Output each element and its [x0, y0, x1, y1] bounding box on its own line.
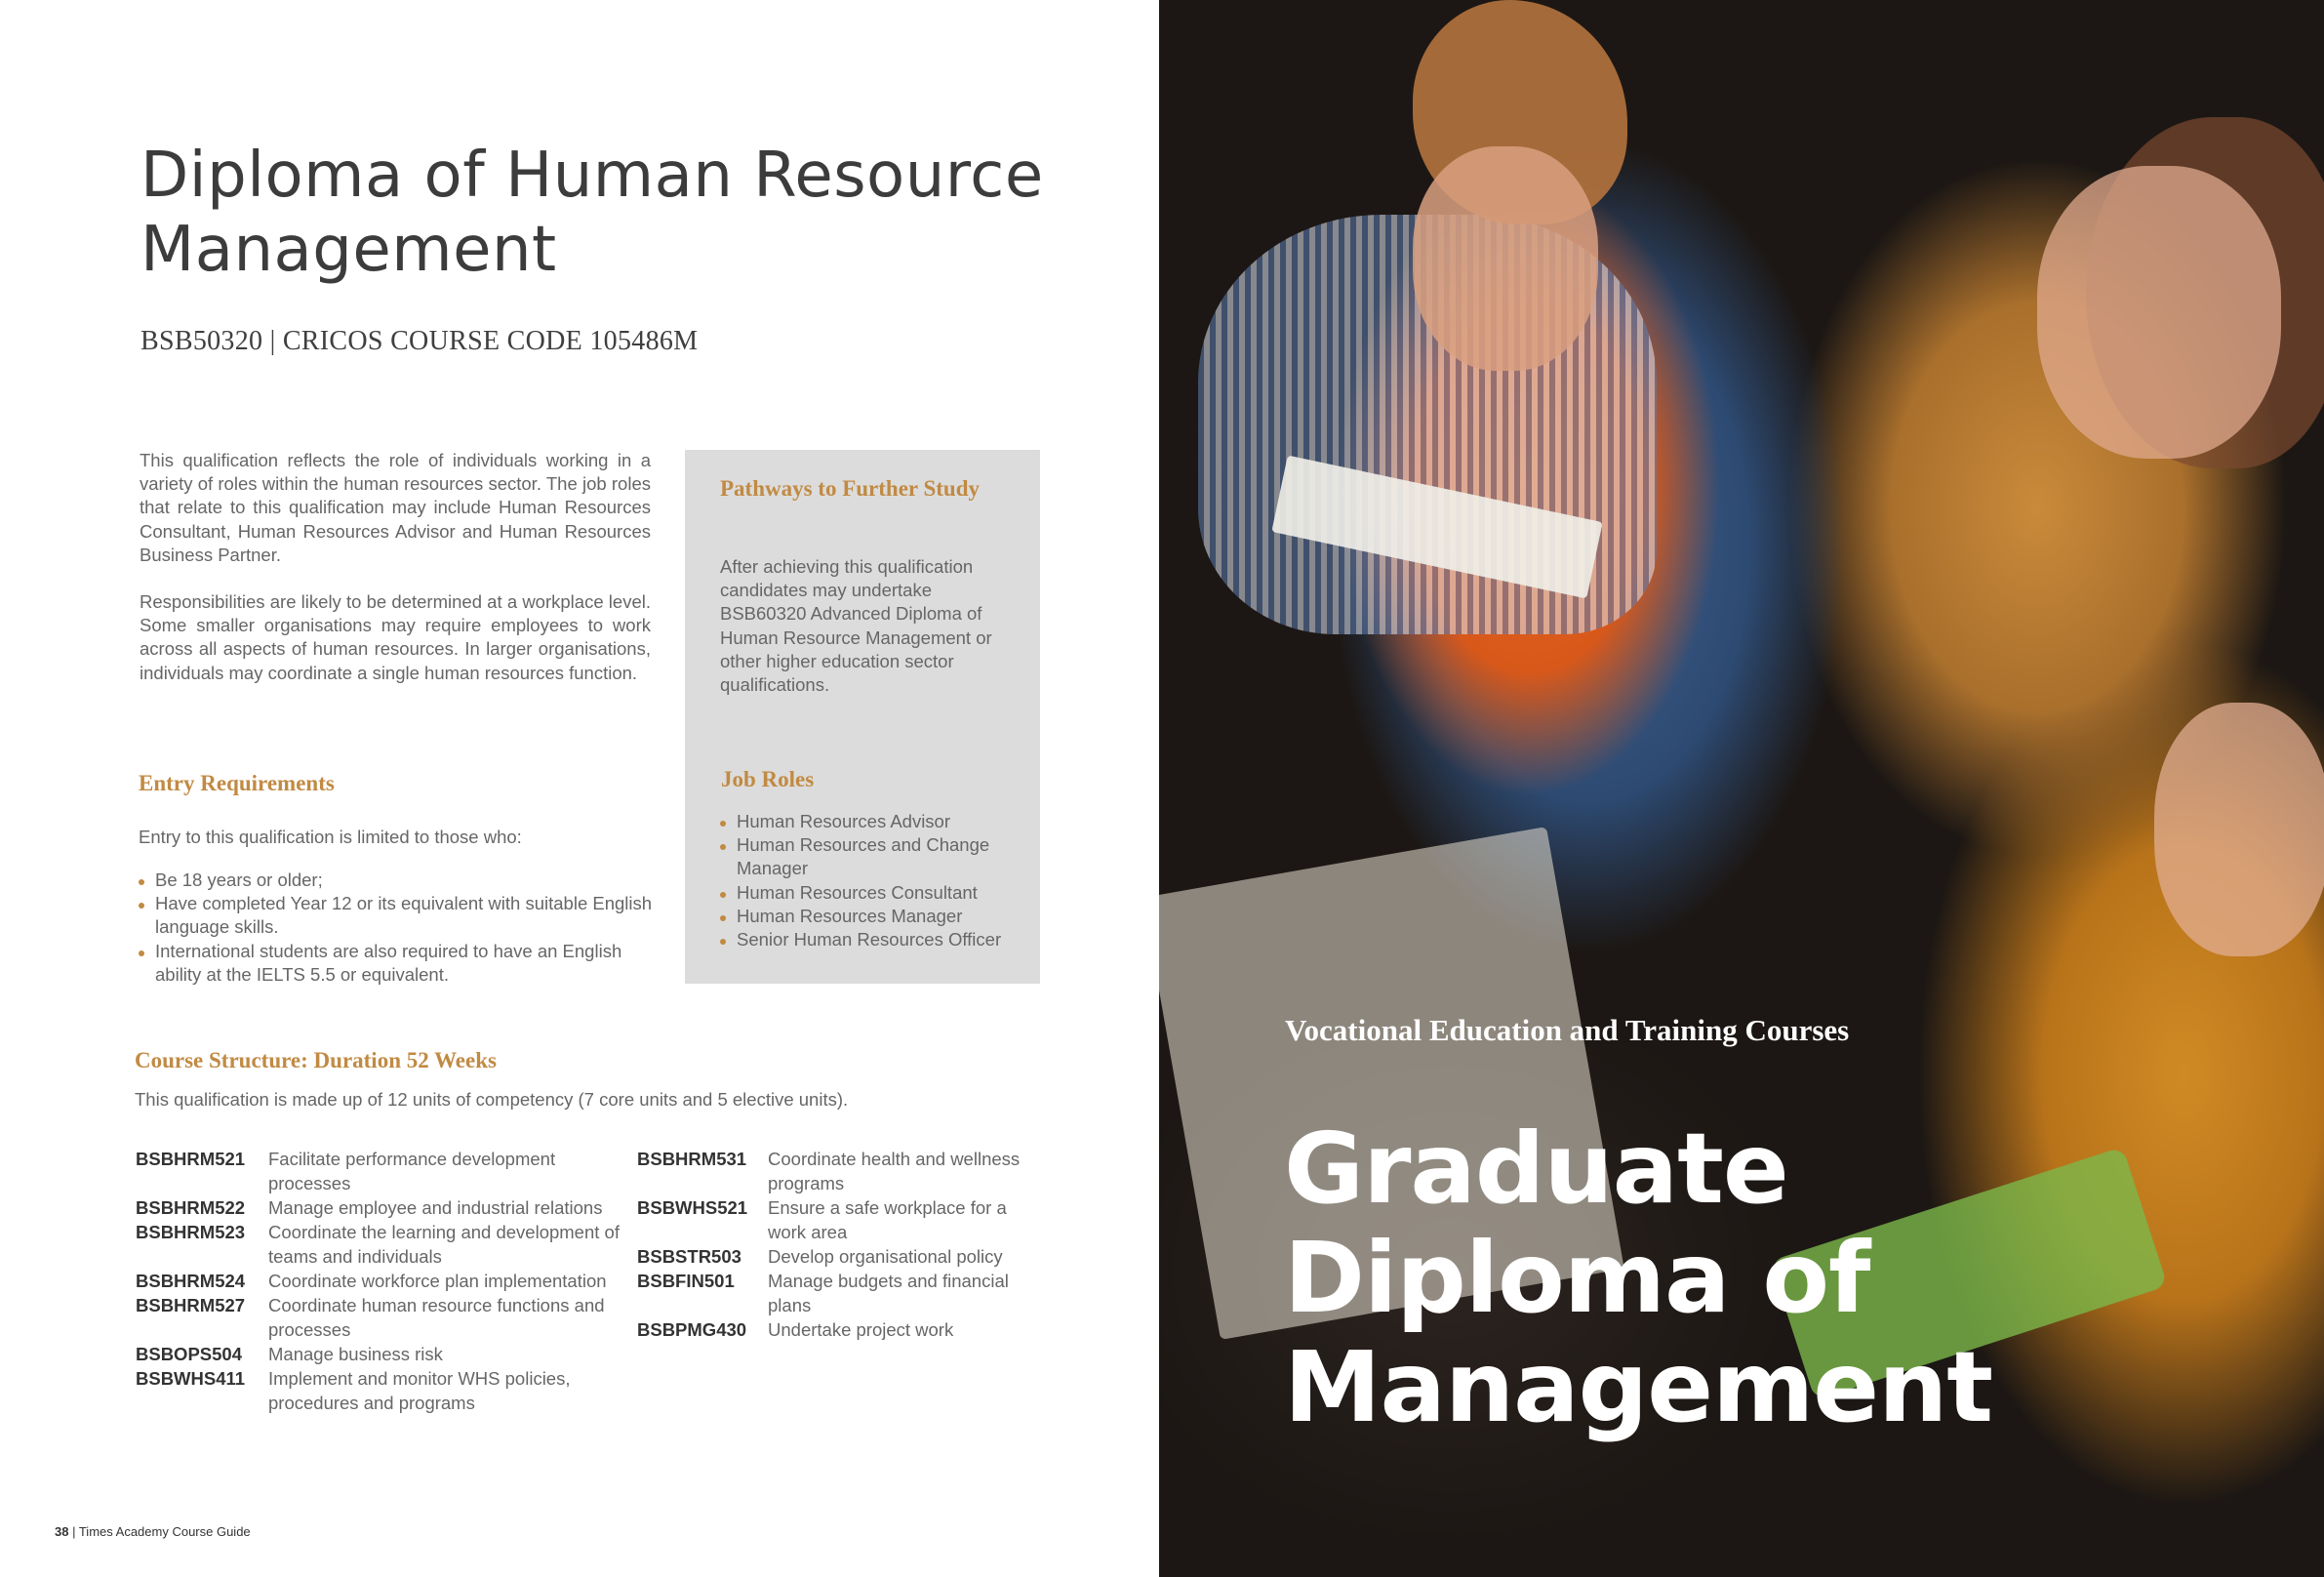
course-structure-heading: Course Structure: Duration 52 Weeks	[135, 1048, 497, 1072]
man-face-shape	[1413, 146, 1598, 371]
woman-face-shape	[2037, 166, 2281, 459]
unit-row: BSBFIN501 Manage budgets and financial pl…	[637, 1269, 1027, 1317]
unit-row: BSBHRM523 Coordinate the learning and dev…	[136, 1220, 633, 1269]
list-item: Human Resources Consultant	[720, 881, 1022, 905]
page-title: Diploma of Human Resource Management	[140, 140, 1044, 286]
unit-code: BSBHRM522	[136, 1197, 246, 1218]
list-item: International students are also required…	[139, 940, 665, 987]
list-item: Have completed Year 12 or its equivalent…	[139, 892, 665, 939]
unit-code: BSBHRM523	[136, 1222, 246, 1242]
unit-code: BSBFIN501	[637, 1271, 735, 1291]
unit-row: BSBHRM531 Coordinate health and wellness …	[637, 1147, 1027, 1195]
unit-row: BSBSTR503 Develop organisational policy	[637, 1244, 1027, 1269]
list-item: Senior Human Resources Officer	[720, 928, 1022, 951]
units-column-1: BSBHRM521 Facilitate performance developm…	[136, 1147, 633, 1415]
job-roles-heading: Job Roles	[721, 767, 815, 791]
intro-text: This qualification reflects the role of …	[140, 449, 651, 708]
pathways-heading: Pathways to Further Study	[720, 476, 981, 501]
unit-row: BSBWHS411 Implement and monitor WHS polic…	[136, 1366, 633, 1415]
unit-description: Facilitate performance development proce…	[268, 1149, 556, 1193]
pathways-text: After achieving this qualification candi…	[720, 556, 992, 696]
unit-code: BSBSTR503	[637, 1246, 741, 1267]
unit-description: Coordinate the learning and development …	[268, 1222, 620, 1267]
unit-description: Manage employee and industrial relations	[268, 1197, 603, 1218]
unit-code: BSBHRM524	[136, 1271, 246, 1291]
unit-code: BSBHRM531	[637, 1149, 747, 1169]
entry-intro: Entry to this qualification is limited t…	[139, 827, 522, 847]
unit-code: BSBWHS411	[136, 1368, 246, 1389]
unit-description: Develop organisational policy	[768, 1246, 1003, 1267]
intro-paragraph: Responsibilities are likely to be determ…	[140, 591, 651, 683]
intro-paragraph: This qualification reflects the role of …	[140, 450, 651, 565]
guide-title: Times Academy Course Guide	[78, 1524, 251, 1539]
unit-row: BSBHRM527 Coordinate human resource funct…	[136, 1293, 633, 1342]
unit-description: Manage business risk	[268, 1344, 443, 1364]
list-item: Be 18 years or older;	[139, 869, 665, 892]
page-number: 38	[55, 1524, 69, 1539]
unit-description: Implement and monitor WHS policies, proc…	[268, 1368, 571, 1413]
section-heading: Graduate Diploma of Management	[1284, 1112, 1993, 1444]
unit-description: Undertake project work	[768, 1319, 954, 1340]
unit-row: BSBHRM524 Coordinate workforce plan imple…	[136, 1269, 633, 1293]
unit-description: Coordinate human resource functions and …	[268, 1295, 605, 1340]
list-item: Human Resources Manager	[720, 905, 1022, 928]
unit-row: BSBHRM521 Facilitate performance developm…	[136, 1147, 633, 1195]
unit-code: BSBPMG430	[637, 1319, 747, 1340]
course-structure-intro: This qualification is made up of 12 unit…	[135, 1089, 849, 1110]
job-roles-list: Human Resources Advisor Human Resources …	[720, 810, 1022, 951]
unit-description: Coordinate workforce plan implementation	[268, 1271, 607, 1291]
section-subheading: Vocational Education and Training Course…	[1285, 1013, 1850, 1047]
course-code: BSB50320 | CRICOS COURSE CODE 105486M	[140, 326, 699, 356]
unit-code: BSBHRM527	[136, 1295, 246, 1315]
second-woman-face-shape	[2154, 703, 2324, 956]
unit-code: BSBWHS521	[637, 1197, 748, 1218]
unit-row: BSBPMG430 Undertake project work	[637, 1317, 1027, 1342]
info-sidebox: Pathways to Further Study After achievin…	[685, 450, 1040, 984]
units-column-2: BSBHRM531 Coordinate health and wellness …	[637, 1147, 1027, 1342]
entry-requirements-heading: Entry Requirements	[139, 771, 335, 795]
left-page: Diploma of Human Resource Management BSB…	[0, 0, 1159, 1577]
unit-row: BSBOPS504 Manage business risk	[136, 1342, 633, 1366]
brochure-spread: Diploma of Human Resource Management BSB…	[0, 0, 2324, 1577]
footer-separator: |	[68, 1524, 79, 1539]
unit-code: BSBHRM521	[136, 1149, 246, 1169]
unit-code: BSBOPS504	[136, 1344, 242, 1364]
unit-row: BSBWHS521 Ensure a safe workplace for a w…	[637, 1195, 1027, 1244]
unit-row: BSBHRM522 Manage employee and industrial …	[136, 1195, 633, 1220]
unit-description: Coordinate health and wellness programs	[768, 1149, 1021, 1193]
unit-description: Ensure a safe workplace for a work area	[768, 1197, 1007, 1242]
list-item: Human Resources Advisor	[720, 810, 1022, 833]
page-footer: 38 | Times Academy Course Guide	[55, 1524, 251, 1539]
unit-description: Manage budgets and financial plans	[768, 1271, 1009, 1315]
right-page-photo: Vocational Education and Training Course…	[1159, 0, 2324, 1577]
list-item: Human Resources and Change Manager	[720, 833, 1022, 880]
entry-requirements-list: Be 18 years or older; Have completed Yea…	[139, 869, 665, 987]
